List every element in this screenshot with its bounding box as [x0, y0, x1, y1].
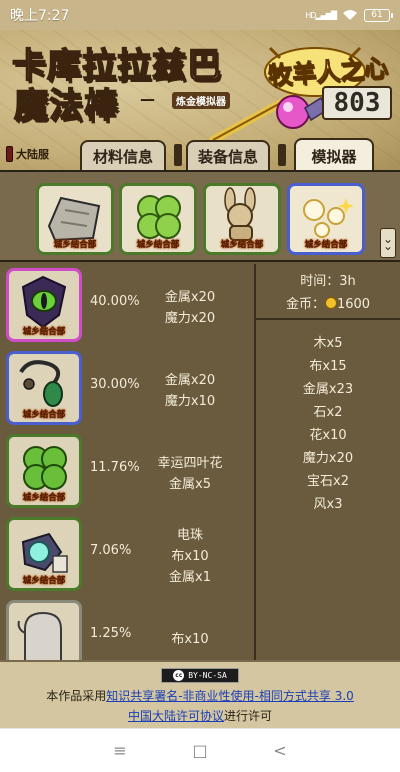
- total-line: 魔力x20: [302, 451, 354, 466]
- server-toggle-icon: [6, 146, 13, 162]
- ingredient-slot-3[interactable]: 城乡结合部: [203, 183, 281, 255]
- system-nav-bar: ≡ □ <: [0, 728, 400, 772]
- item-materials: 金属x20 魔力x20: [140, 264, 240, 347]
- ingredient-slot-4[interactable]: 城乡结合部: [287, 183, 365, 255]
- list-item[interactable]: 城乡结合部 11.76% 幸运四叶花 金属x5: [0, 430, 252, 513]
- material-totals: 木x5 布x15 金属x23 石x2 花x10 魔力x20 宝石x2 风x3: [256, 332, 400, 512]
- server-selector[interactable]: 大陆服: [6, 146, 49, 162]
- status-time: 晚上7:27: [10, 8, 70, 24]
- slot-caption: 城乡结合部: [304, 240, 348, 250]
- total-line: 风x3: [313, 497, 343, 512]
- total-line: 木x5: [313, 336, 343, 351]
- item-caption: 城乡结合部: [22, 576, 66, 586]
- material-line: 魔力x20: [164, 310, 216, 326]
- score-counter: 803: [322, 86, 392, 120]
- ingredient-strip: 城乡结合部 城乡结合部 城乡结合部 城乡结合部 ⌄ ⌄: [0, 170, 400, 262]
- logo-text: 牧羊人之心: [267, 53, 390, 91]
- totals-header: 时间：3h 金币： 1600: [256, 264, 400, 320]
- tab-materials[interactable]: 材料信息: [80, 140, 166, 170]
- item-icon-frame: 城乡结合部: [6, 351, 82, 425]
- material-line: 金属x5: [169, 476, 211, 492]
- material-line: 幸运四叶花: [157, 455, 223, 471]
- item-caption: 城乡结合部: [22, 327, 66, 337]
- coin-icon: [324, 297, 337, 309]
- ingredient-slot-1[interactable]: 城乡结合部: [36, 183, 114, 255]
- tab-simulator[interactable]: 模拟器: [294, 138, 374, 172]
- list-item[interactable]: 城乡结合部 40.00% 金属x20 魔力x20: [0, 264, 252, 347]
- server-label: 大陆服: [16, 148, 49, 161]
- list-item[interactable]: 1.25% 布x10: [0, 596, 252, 660]
- simulator-panel: 城乡结合部 城乡结合部 城乡结合部 城乡结合部 ⌄ ⌄ 城乡结合部 40.00%…: [0, 170, 400, 660]
- signal-icon: HD▂▄▆█: [305, 10, 337, 20]
- material-line: 金属x20: [164, 289, 216, 305]
- license-link-cc[interactable]: 知识共享署名-非商业性使用-相同方式共享 3.0: [106, 689, 354, 703]
- time-cost: 时间：3h: [300, 274, 356, 289]
- tab-bar: 大陆服 材料信息 装备信息 模拟器: [0, 138, 400, 172]
- item-icon-frame: [6, 600, 82, 660]
- total-line: 花x10: [309, 428, 347, 443]
- item-icon-frame: 城乡结合部: [6, 517, 82, 591]
- status-icons: HD▂▄▆█ 61: [305, 8, 393, 22]
- status-bar: 晚上7:27 HD▂▄▆█ 61: [0, 0, 400, 30]
- item-probability: 11.76%: [90, 460, 140, 475]
- total-line: 布x15: [309, 359, 347, 374]
- page-title-line2: 魔法棒: [13, 85, 119, 127]
- license-text: 本作品采用知识共享署名-非商业性使用-相同方式共享 3.0 中国大陆许可协议进行…: [0, 686, 400, 726]
- menu-icon[interactable]: ≡: [105, 736, 135, 766]
- cc-badge-text: BY-NC-SA: [188, 671, 227, 680]
- item-caption: 城乡结合部: [22, 410, 66, 420]
- wifi-icon: [343, 10, 357, 20]
- back-icon[interactable]: <: [265, 736, 295, 766]
- home-icon[interactable]: □: [185, 736, 215, 766]
- total-line: 宝石x2: [307, 474, 349, 489]
- list-item[interactable]: 城乡结合部 30.00% 金属x20 魔力x10: [0, 347, 252, 430]
- license-prefix: 本作品采用: [46, 689, 107, 703]
- recipe-list: 城乡结合部 40.00% 金属x20 魔力x20 城乡结合部 30.00% 金属…: [0, 264, 252, 660]
- slot-caption: 城乡结合部: [53, 240, 97, 250]
- chevron-down-icon[interactable]: ⌄ ⌄: [380, 228, 396, 258]
- item-probability: 7.06%: [90, 543, 132, 558]
- item-materials: 金属x20 魔力x10: [140, 347, 240, 430]
- battery-icon: 61: [364, 8, 393, 22]
- item-materials: 幸运四叶花 金属x5: [140, 430, 240, 513]
- material-line: 金属x1: [169, 570, 211, 585]
- license-link-region[interactable]: 中国大陆许可协议: [128, 709, 224, 723]
- item-materials: 布x10: [140, 596, 240, 660]
- license-suffix: 进行许可: [224, 709, 273, 723]
- list-item[interactable]: 城乡结合部 7.06% 电珠 布x10 金属x1: [0, 513, 252, 596]
- battery-level: 61: [371, 10, 383, 20]
- material-line: 金属x20: [164, 372, 216, 388]
- slot-caption: 城乡结合部: [220, 240, 264, 250]
- tab-separator: [174, 144, 182, 166]
- signal-label: HD: [305, 10, 316, 20]
- item-materials: 电珠 布x10 金属x1: [140, 513, 240, 596]
- total-line: 金属x23: [302, 382, 354, 397]
- item-icon-frame: 城乡结合部: [6, 268, 82, 342]
- item-probability: 30.00%: [90, 377, 140, 392]
- material-line: 魔力x10: [164, 393, 216, 409]
- subtitle-dash: —: [140, 90, 155, 108]
- license-footer: cc BY-NC-SA 本作品采用知识共享署名-非商业性使用-相同方式共享 3.…: [0, 660, 400, 728]
- material-line: 布x10: [171, 549, 209, 564]
- item-probability: 1.25%: [90, 626, 132, 641]
- slot-caption: 城乡结合部: [136, 240, 180, 250]
- cc-license-badge[interactable]: cc BY-NC-SA: [161, 668, 239, 683]
- item-probability: 40.00%: [90, 294, 140, 309]
- material-line: 布x10: [171, 632, 209, 647]
- tab-equipment[interactable]: 装备信息: [186, 140, 270, 170]
- cloth-mitten-icon: [17, 611, 62, 660]
- gold-label: 金币：: [285, 297, 325, 312]
- tab-separator: [278, 144, 286, 166]
- cc-icon: cc: [173, 670, 185, 681]
- item-caption: 城乡结合部: [22, 493, 66, 503]
- item-icon-frame: 城乡结合部: [6, 434, 82, 508]
- ingredient-slot-2[interactable]: 城乡结合部: [119, 183, 197, 255]
- material-line: 电珠: [176, 528, 203, 543]
- total-line: 石x2: [313, 405, 343, 420]
- totals-panel: 时间：3h 金币： 1600 木x5 布x15 金属x23 石x2 花x10 魔力…: [256, 264, 400, 660]
- gold-cost: 金币： 1600: [286, 293, 370, 312]
- gold-value: 1600: [336, 297, 371, 312]
